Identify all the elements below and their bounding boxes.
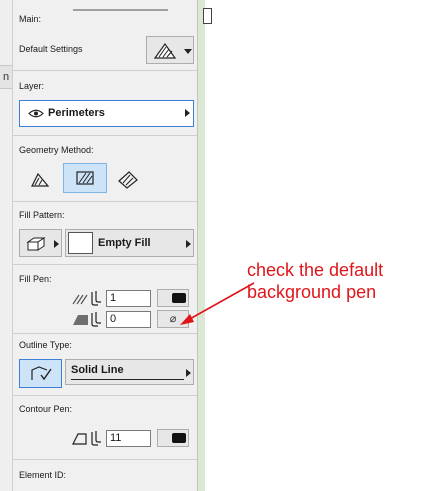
canvas-frame-marker	[203, 8, 212, 24]
eye-icon	[28, 109, 44, 118]
geometry-rectangle-button[interactable]	[63, 163, 107, 193]
pen-color-swatch	[172, 433, 186, 443]
contour-pen-color-button[interactable]	[157, 429, 189, 447]
line-type-name: Solid Line	[71, 364, 124, 376]
outline-type-button[interactable]	[19, 359, 62, 388]
geometry-polygon-button[interactable]	[28, 170, 52, 190]
background-pen-icon	[73, 312, 101, 327]
divider	[13, 135, 197, 136]
favorites-settings-button[interactable]	[146, 36, 194, 64]
divider	[13, 201, 197, 202]
element-id-section-label: Element ID:	[19, 470, 67, 480]
annotation-text: check the default background pen	[247, 259, 427, 303]
annotation-line-2: background pen	[247, 282, 377, 302]
main-section-label: Main:	[19, 14, 42, 24]
chevron-right-icon	[186, 240, 191, 248]
layer-selector[interactable]: Perimeters	[19, 100, 194, 127]
fill-category-button[interactable]	[19, 229, 62, 257]
fill-pen-section-label: Fill Pen:	[19, 274, 52, 284]
contour-pen-input[interactable]: 11	[106, 430, 151, 447]
foreground-pen-icon	[72, 291, 101, 306]
fill-pattern-section-label: Fill Pattern:	[19, 210, 65, 220]
line-type-selector[interactable]: Solid Line	[65, 359, 194, 385]
layer-section-label: Layer:	[19, 81, 45, 91]
fill-pattern-selector[interactable]: Empty Fill	[65, 229, 194, 257]
layer-name: Perimeters	[48, 107, 105, 119]
divider	[13, 395, 197, 396]
canvas-edge	[198, 0, 205, 491]
rotated-rectangle-icon	[118, 171, 138, 189]
default-settings-label: Default Settings	[19, 44, 83, 54]
line-type-preview	[71, 379, 184, 380]
left-tab[interactable]: n	[0, 65, 12, 89]
fill-pattern-name: Empty Fill	[98, 237, 151, 249]
fill-category-icon	[26, 237, 46, 251]
fill-pattern-swatch	[68, 232, 93, 254]
annotation-line-1: check the default	[247, 260, 384, 280]
rectangle-icon	[76, 171, 94, 185]
annotation-arrow	[180, 282, 255, 325]
contour-pen-section-label: Contour Pen:	[19, 404, 73, 414]
chevron-right-icon	[186, 369, 191, 377]
divider	[13, 264, 197, 265]
panel-drag-handle[interactable]	[73, 9, 168, 11]
background-pen-input[interactable]: 0	[106, 311, 151, 328]
chevron-down-icon	[184, 49, 192, 54]
outline-icon	[31, 366, 52, 381]
geometry-section-label: Geometry Method:	[19, 145, 94, 155]
fill-tool-icon	[153, 42, 177, 59]
foreground-pen-input[interactable]: 1	[106, 290, 151, 307]
chevron-right-icon	[54, 240, 59, 248]
outline-type-section-label: Outline Type:	[19, 340, 72, 350]
geometry-rotated-rectangle-button[interactable]	[115, 168, 141, 190]
divider	[13, 459, 197, 460]
polygon-icon	[31, 172, 50, 187]
contour-pen-icon	[72, 431, 101, 446]
chevron-right-icon	[185, 109, 190, 117]
divider	[13, 70, 197, 71]
